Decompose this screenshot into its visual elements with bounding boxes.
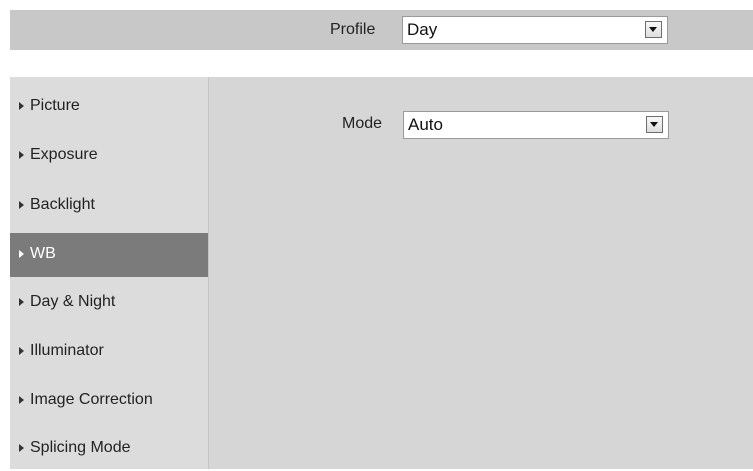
- sidebar-item-image-correction[interactable]: Image Correction: [10, 379, 208, 423]
- triangle-right-icon: [19, 151, 24, 159]
- chevron-down-icon: [650, 122, 658, 127]
- sidebar-item-illuminator[interactable]: Illuminator: [10, 330, 208, 374]
- chevron-down-icon: [649, 27, 657, 32]
- mode-select[interactable]: Auto: [403, 111, 669, 139]
- sidebar-item-label: Backlight: [30, 196, 95, 213]
- sidebar-item-picture[interactable]: Picture: [10, 85, 208, 129]
- triangle-right-icon: [19, 102, 24, 110]
- sidebar-item-splicing-mode[interactable]: Splicing Mode: [10, 427, 208, 471]
- profile-select-value: Day: [407, 20, 438, 39]
- mode-select-value: Auto: [408, 115, 443, 134]
- sidebar-item-label: Image Correction: [30, 391, 153, 408]
- mode-label: Mode: [342, 115, 383, 132]
- sidebar-item-label: Day & Night: [30, 293, 116, 310]
- profile-label: Profile: [330, 21, 376, 38]
- sidebar-item-exposure[interactable]: Exposure: [10, 134, 208, 178]
- sidebar-item-label: Illuminator: [30, 342, 104, 359]
- sidebar-item-label: Picture: [30, 97, 80, 114]
- sidebar-item-day-night[interactable]: Day & Night: [10, 281, 208, 325]
- triangle-right-icon: [19, 250, 24, 258]
- settings-panel: Mode Auto: [208, 77, 753, 469]
- sidebar-item-label: WB: [30, 245, 56, 262]
- sidebar-item-wb[interactable]: WB: [10, 233, 208, 277]
- triangle-right-icon: [19, 396, 24, 404]
- profile-dropdown-button[interactable]: [645, 21, 662, 38]
- triangle-right-icon: [19, 347, 24, 355]
- sidebar: Picture Exposure Backlight WB Day & Nigh…: [10, 77, 208, 469]
- triangle-right-icon: [19, 444, 24, 452]
- profile-select[interactable]: Day: [402, 16, 668, 44]
- sidebar-item-backlight[interactable]: Backlight: [10, 184, 208, 228]
- sidebar-item-label: Splicing Mode: [30, 439, 131, 456]
- profile-bar: Profile Day: [10, 10, 753, 50]
- sidebar-item-label: Exposure: [30, 146, 98, 163]
- mode-dropdown-button[interactable]: [646, 116, 663, 133]
- triangle-right-icon: [19, 298, 24, 306]
- triangle-right-icon: [19, 201, 24, 209]
